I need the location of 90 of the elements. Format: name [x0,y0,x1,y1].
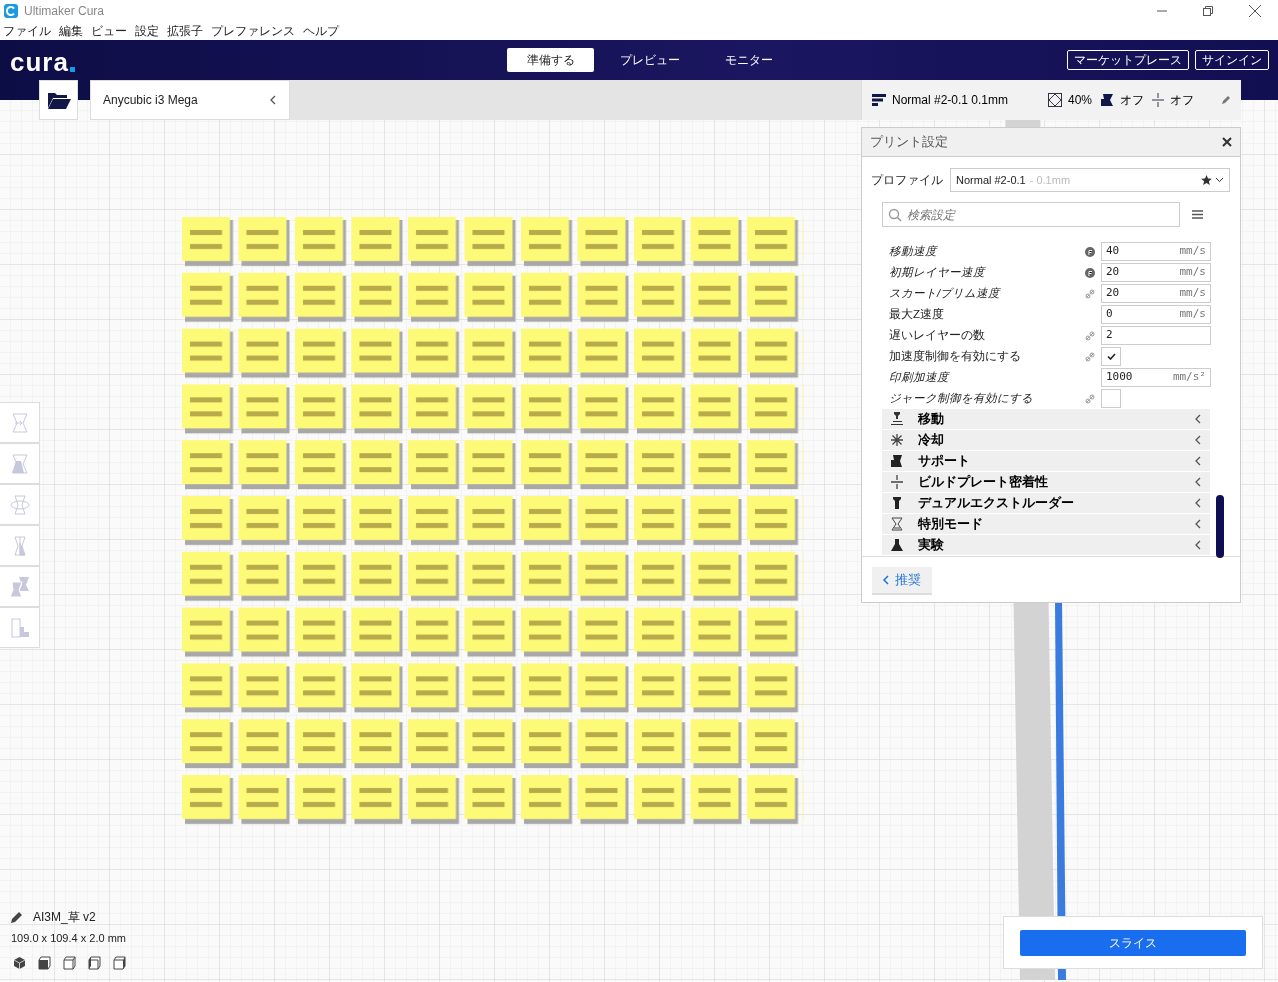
adhesion-icon [890,475,904,489]
close-icon[interactable] [1222,137,1232,147]
settings-category[interactable]: 特別モード [882,514,1210,534]
search-icon [888,208,902,222]
menu-item[interactable]: 拡張子 [167,22,203,40]
search-field[interactable]: 検索設定 [882,202,1180,227]
chevron-icon [1194,498,1202,508]
settings-category[interactable]: サポート [882,451,1210,471]
nozzle-icon [890,412,904,426]
menu-item[interactable]: ビュー [91,22,127,40]
profile-icon [872,94,886,106]
folder-icon [46,91,71,109]
setting-label: 印刷加速度 [889,369,951,385]
setting-field[interactable]: 0 mm/s [1101,305,1211,324]
profile-dropdown[interactable]: Normal #2-0.1 - 0.1mm [950,168,1230,192]
object-dimensions: 109.0 x 109.4 x 2.0 mm [11,931,126,946]
settings-category[interactable]: 実験 [882,535,1210,555]
hourglass-icon [890,517,904,531]
right-view-icon[interactable] [113,956,126,970]
restore-icon[interactable] [1203,6,1213,16]
chevron-icon [1194,414,1202,424]
edit-icon[interactable] [11,911,23,923]
object-name: AI3M_草 v2 [33,909,96,926]
fan-icon [890,433,904,447]
setting-label: スカート/ブリム速度 [889,285,1002,301]
header-button[interactable]: マーケットプレース [1067,50,1189,70]
panel-title: プリント設定 [870,133,948,152]
printer-selector[interactable]: Anycubic i3 Mega [90,80,290,120]
setting-field[interactable]: 40 mm/s [1101,242,1211,261]
scrollbar[interactable] [1216,495,1224,558]
menu-item[interactable]: 設定 [135,22,159,40]
setting-field[interactable]: 2 [1101,326,1211,345]
close-icon[interactable] [1249,5,1261,17]
setting-field[interactable]: 20 mm/s [1101,263,1211,282]
settings-category[interactable]: 冷却 [882,430,1210,450]
setting-label: 遅いレイヤーの数 [889,327,986,343]
chevron-icon [1194,456,1202,466]
menu-item[interactable]: ヘルプ [303,22,339,40]
checkbox[interactable] [1101,389,1121,408]
front-view-icon[interactable] [38,956,51,970]
chevron-icon [883,575,889,585]
menu-item[interactable]: プレファレンス [211,22,295,40]
caret-icon [1215,177,1224,183]
setting-field[interactable]: 1000 mm/s² [1101,368,1211,387]
tab[interactable]: 準備する [507,48,594,72]
checkbox[interactable] [1101,347,1121,366]
slice-button[interactable]: スライス [1020,929,1246,956]
chevron-icon [1194,435,1202,445]
setting-label: 移動速度 [889,243,939,259]
support-blocker-icon [8,616,31,639]
app-logo-icon [4,4,18,18]
check-icon [1106,353,1116,360]
chevron-icon [269,95,277,105]
chevron-icon [1194,519,1202,529]
settings-category[interactable]: デュアルエクストルーダー [882,493,1210,513]
setting-label: 加速度制御を有効にする [889,348,1022,364]
window-title: Ultimaker Cura [24,3,104,20]
3d-view-icon[interactable] [13,956,26,970]
infill-icon [1048,93,1062,107]
menu-icon[interactable] [1192,210,1203,219]
open-file-button[interactable] [39,80,78,120]
chevron-icon [1194,540,1202,550]
settings-category[interactable]: ビルドプレート密着性 [882,472,1210,492]
setting-field[interactable]: 20 mm/s [1101,284,1211,303]
multiply-tool-icon [8,575,31,598]
print-setup-bar[interactable]: Normal #2-0.1 0.1mm 40% オフ オフ [861,80,1241,120]
menu-item[interactable]: 編集 [59,22,83,40]
reset-icon[interactable] [1085,267,1095,278]
profile-label: プロファイル [871,172,944,189]
flask-icon [890,538,904,552]
star-icon [1201,174,1212,186]
tab[interactable]: プレビュー [606,48,693,72]
top-view-icon[interactable] [63,956,76,970]
reset-icon[interactable] [1085,246,1095,257]
left-view-icon[interactable] [88,956,101,970]
logo: cura [10,49,69,75]
adhesion-icon [1152,93,1164,107]
menu-item[interactable]: ファイル [3,22,51,40]
pencil-icon [1221,95,1231,105]
settings-category[interactable]: 移動 [882,409,1210,429]
recommended-button[interactable]: 推奨 [872,567,932,593]
rotate-tool-icon [8,493,31,516]
support-icon [1100,93,1114,107]
setting-label: 初期レイヤー速度 [889,264,987,280]
tab[interactable]: モニター [705,48,792,72]
chevron-icon [1194,477,1202,487]
setting-label: 最大Z速度 [889,306,946,322]
setting-label: ジャーク制御を有効にする [889,390,1034,406]
header-button[interactable]: サインイン [1195,50,1269,70]
support-icon [890,454,904,468]
